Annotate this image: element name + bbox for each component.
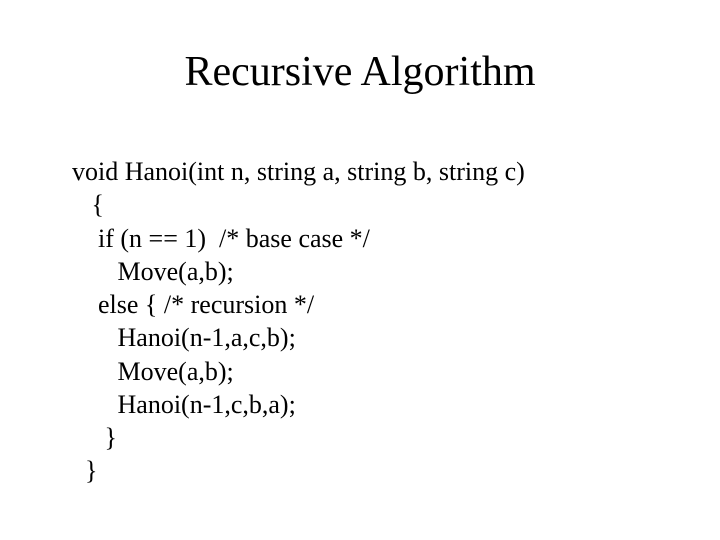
code-line: void Hanoi(int n, string a, string b, st… — [72, 157, 525, 186]
code-line: Move(a,b); — [72, 257, 234, 286]
slide: Recursive Algorithm void Hanoi(int n, st… — [0, 0, 720, 540]
code-line: if (n == 1) /* base case */ — [72, 224, 370, 253]
code-line: { — [72, 190, 104, 219]
code-line: Hanoi(n-1,c,b,a); — [72, 390, 296, 419]
code-line: Hanoi(n-1,a,c,b); — [72, 323, 296, 352]
code-line: } — [72, 456, 97, 485]
code-line: else { /* recursion */ — [72, 290, 314, 319]
code-line: Move(a,b); — [72, 357, 234, 386]
slide-title: Recursive Algorithm — [0, 48, 720, 96]
code-block: void Hanoi(int n, string a, string b, st… — [72, 155, 525, 488]
code-line: } — [72, 423, 117, 452]
